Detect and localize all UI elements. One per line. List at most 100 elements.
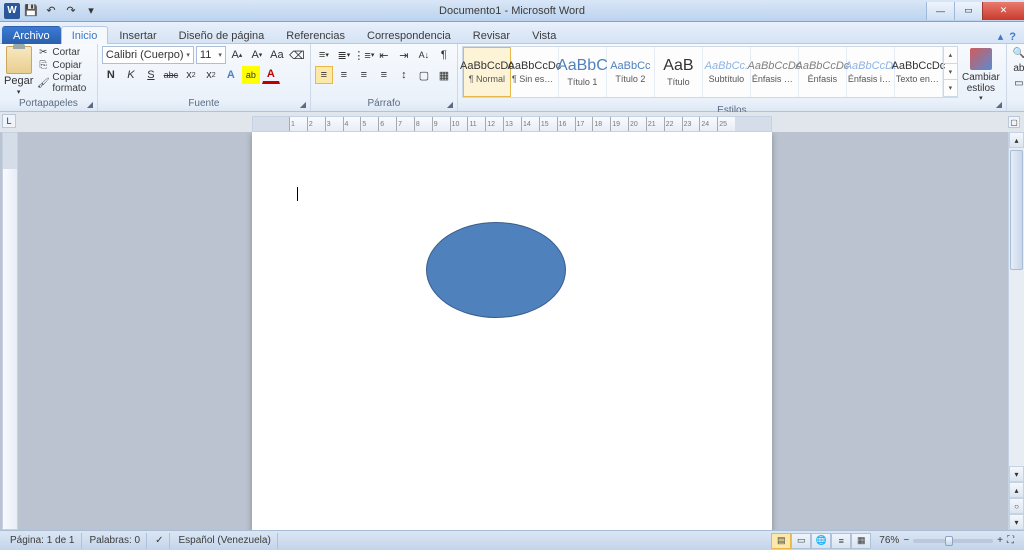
styles-launcher-icon[interactable]: ◢ bbox=[994, 99, 1004, 109]
strike-button[interactable]: abc bbox=[162, 66, 180, 84]
draft-view-icon[interactable]: ▦ bbox=[851, 533, 871, 549]
align-left-button[interactable]: ≡ bbox=[315, 66, 333, 84]
help-icon[interactable]: ? bbox=[1009, 31, 1016, 43]
clipboard-launcher-icon[interactable]: ◢ bbox=[85, 99, 95, 109]
status-proof-icon[interactable]: ✓ bbox=[149, 533, 170, 549]
tab-file[interactable]: Archivo bbox=[2, 26, 61, 44]
minimize-button[interactable]: — bbox=[926, 2, 954, 20]
style-item-1[interactable]: AaBbCcDc¶ Sin espa... bbox=[511, 47, 559, 97]
ruler-toggle-icon[interactable]: ▢ bbox=[1008, 116, 1020, 128]
scroll-track[interactable] bbox=[1009, 148, 1024, 466]
change-styles-button[interactable]: Cambiar estilos ▾ bbox=[960, 46, 1002, 104]
line-spacing-button[interactable]: ↕ bbox=[395, 66, 413, 84]
justify-button[interactable]: ≡ bbox=[375, 66, 393, 84]
style-item-2[interactable]: AaBbCTítulo 1 bbox=[559, 47, 607, 97]
close-button[interactable]: ✕ bbox=[982, 2, 1024, 20]
tab-selector-icon[interactable]: L bbox=[2, 114, 16, 128]
print-layout-view-icon[interactable]: ▤ bbox=[771, 533, 791, 549]
select-button[interactable]: ▭Seleccionar ▾ bbox=[1011, 76, 1024, 90]
italic-button[interactable]: K bbox=[122, 66, 140, 84]
style-item-8[interactable]: AaBbCcDtÉnfasis int... bbox=[847, 47, 895, 97]
style-item-5[interactable]: AaBbCc.Subtítulo bbox=[703, 47, 751, 97]
qat-undo-icon[interactable]: ↶ bbox=[42, 2, 60, 20]
shading-button[interactable]: ▢ bbox=[415, 66, 433, 84]
gallery-more-icon[interactable]: ▾ bbox=[944, 80, 957, 97]
style-item-6[interactable]: AaBbCcDcÉnfasis sutil bbox=[751, 47, 799, 97]
gallery-down-icon[interactable]: ▾ bbox=[944, 64, 957, 81]
style-item-7[interactable]: AaBbCcDcÉnfasis bbox=[799, 47, 847, 97]
show-marks-button[interactable]: ¶ bbox=[435, 46, 453, 64]
fullscreen-view-icon[interactable]: ▭ bbox=[791, 533, 811, 549]
web-view-icon[interactable]: 🌐 bbox=[811, 533, 831, 549]
font-name-combo[interactable]: Calibri (Cuerpo)▾ bbox=[102, 46, 194, 64]
paste-button[interactable]: Pegar ▾ bbox=[4, 46, 33, 96]
font-launcher-icon[interactable]: ◢ bbox=[298, 99, 308, 109]
word-app-icon[interactable]: W bbox=[4, 3, 20, 19]
replace-button[interactable]: abReemplazar bbox=[1011, 61, 1024, 75]
change-case-button[interactable]: Aa bbox=[268, 46, 286, 64]
sort-button[interactable]: A↓ bbox=[415, 46, 433, 64]
font-color-button[interactable]: A bbox=[262, 66, 280, 84]
styles-gallery[interactable]: AaBbCcDc¶ NormalAaBbCcDc¶ Sin espa...AaB… bbox=[462, 46, 958, 98]
zoom-slider[interactable] bbox=[913, 539, 993, 543]
qat-save-icon[interactable]: 💾 bbox=[22, 2, 40, 20]
numbering-button[interactable]: ≣▾ bbox=[335, 46, 353, 64]
vertical-ruler[interactable] bbox=[2, 132, 18, 530]
paragraph-launcher-icon[interactable]: ◢ bbox=[445, 99, 455, 109]
status-language[interactable]: Español (Venezuela) bbox=[172, 533, 277, 549]
tab-insertar[interactable]: Insertar bbox=[108, 26, 167, 44]
browse-object-icon[interactable]: ○ bbox=[1009, 498, 1024, 514]
prev-page-icon[interactable]: ▴ bbox=[1009, 482, 1024, 498]
cut-button[interactable]: ✂Cortar bbox=[35, 46, 93, 58]
scroll-thumb[interactable] bbox=[1010, 150, 1023, 270]
clear-format-button[interactable]: ⌫ bbox=[288, 46, 306, 64]
decrease-indent-button[interactable]: ⇤ bbox=[375, 46, 393, 64]
vertical-scrollbar[interactable]: ▴ ▾ ▴ ○ ▾ bbox=[1008, 132, 1024, 530]
tab-correspondencia[interactable]: Correspondencia bbox=[356, 26, 462, 44]
scroll-up-icon[interactable]: ▴ bbox=[1009, 132, 1024, 148]
status-words[interactable]: Palabras: 0 bbox=[84, 533, 148, 549]
minimize-ribbon-icon[interactable]: ▴ bbox=[998, 30, 1004, 43]
tab-revisar[interactable]: Revisar bbox=[462, 26, 521, 44]
status-page[interactable]: Página: 1 de 1 bbox=[4, 533, 82, 549]
subscript-button[interactable]: x2 bbox=[182, 66, 200, 84]
maximize-button[interactable]: ▭ bbox=[954, 2, 982, 20]
tab-vista[interactable]: Vista bbox=[521, 26, 567, 44]
format-painter-button[interactable]: 🖌Copiar formato bbox=[35, 72, 93, 94]
tab-referencias[interactable]: Referencias bbox=[275, 26, 356, 44]
bullets-button[interactable]: ≡▾ bbox=[315, 46, 333, 64]
style-item-4[interactable]: AaBTítulo bbox=[655, 47, 703, 97]
gallery-up-icon[interactable]: ▴ bbox=[944, 47, 957, 64]
next-page-icon[interactable]: ▾ bbox=[1009, 514, 1024, 530]
tab-diseno[interactable]: Diseño de página bbox=[168, 26, 276, 44]
borders-button[interactable]: ▦ bbox=[435, 66, 453, 84]
bold-button[interactable]: N bbox=[102, 66, 120, 84]
grow-font-button[interactable]: A▴ bbox=[228, 46, 246, 64]
align-right-button[interactable]: ≡ bbox=[355, 66, 373, 84]
copy-button[interactable]: ⎘Copiar bbox=[35, 59, 93, 71]
superscript-button[interactable]: x2 bbox=[202, 66, 220, 84]
qat-customize-icon[interactable]: ▾ bbox=[82, 2, 100, 20]
zoom-fit-icon[interactable]: ⛶ bbox=[1007, 535, 1014, 546]
outline-view-icon[interactable]: ≡ bbox=[831, 533, 851, 549]
text-effects-button[interactable]: A bbox=[222, 66, 240, 84]
oval-shape[interactable] bbox=[426, 222, 566, 318]
qat-redo-icon[interactable]: ↷ bbox=[62, 2, 80, 20]
align-center-button[interactable]: ≡ bbox=[335, 66, 353, 84]
style-item-9[interactable]: AaBbCcDcTexto en n... bbox=[895, 47, 943, 97]
horizontal-ruler[interactable]: 1234567891011121314151617181920212223242… bbox=[252, 116, 772, 132]
tab-inicio[interactable]: Inicio bbox=[61, 26, 109, 44]
underline-button[interactable]: S bbox=[142, 66, 160, 84]
zoom-out-icon[interactable]: − bbox=[903, 535, 909, 546]
zoom-in-icon[interactable]: + bbox=[997, 535, 1003, 546]
document-page[interactable] bbox=[252, 132, 772, 530]
scroll-down-icon[interactable]: ▾ bbox=[1009, 466, 1024, 482]
multilevel-button[interactable]: ⋮≡▾ bbox=[355, 46, 373, 64]
find-button[interactable]: 🔍Buscar ▾ bbox=[1011, 46, 1024, 60]
style-item-0[interactable]: AaBbCcDc¶ Normal bbox=[463, 47, 511, 97]
style-item-3[interactable]: AaBbCcTítulo 2 bbox=[607, 47, 655, 97]
zoom-level[interactable]: 76% bbox=[879, 535, 899, 546]
zoom-slider-thumb[interactable] bbox=[945, 536, 953, 546]
highlight-button[interactable]: ab bbox=[242, 66, 260, 84]
font-size-combo[interactable]: 11▾ bbox=[196, 46, 226, 64]
